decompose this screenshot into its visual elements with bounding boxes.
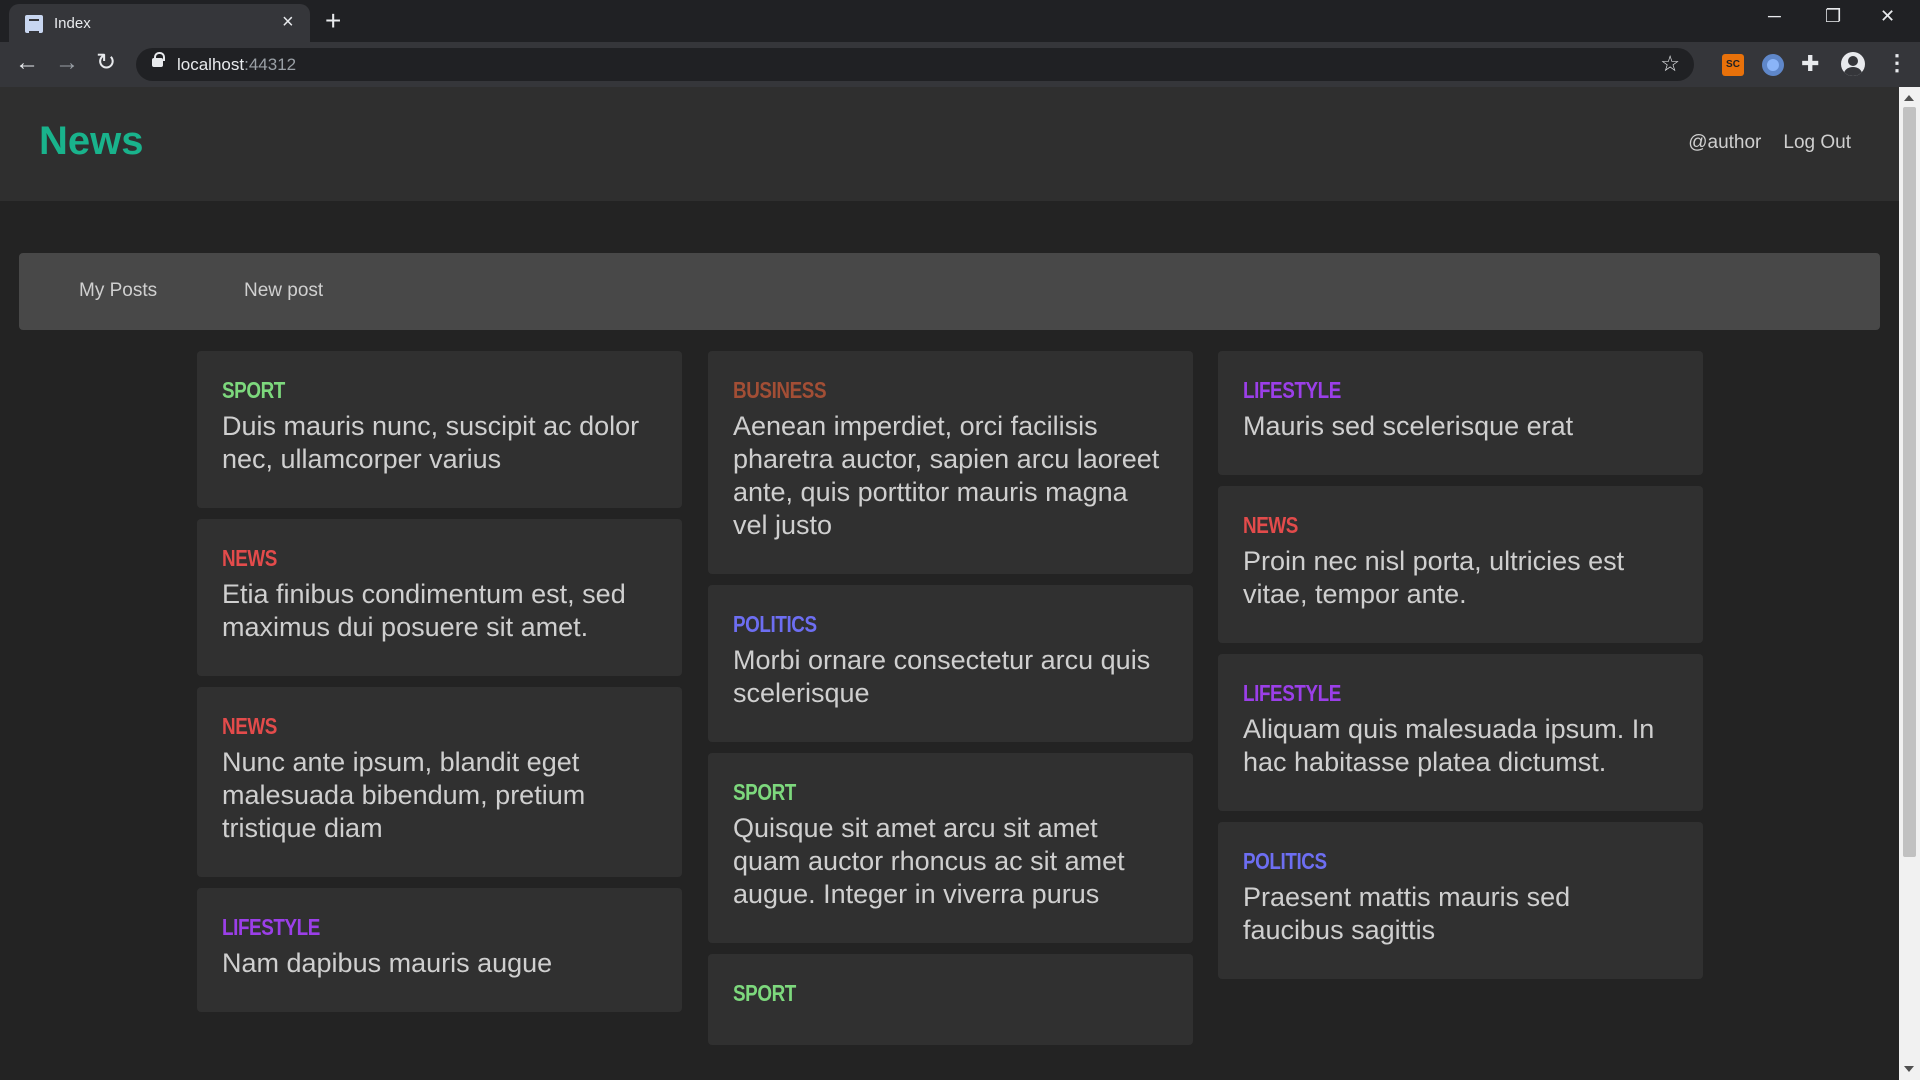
close-window-icon[interactable]: ✕: [1880, 6, 1895, 27]
post-category-tag: LIFESTYLE: [1243, 377, 1341, 403]
post-category-tag: SPORT: [733, 779, 796, 805]
post-title[interactable]: Mauris sed scelerisque erat: [1243, 410, 1678, 443]
posts-subnav: My Posts New post: [19, 253, 1880, 330]
post-title[interactable]: Aenean imperdiet, orci facilisis pharetr…: [733, 410, 1168, 542]
browser-toolbar: ← → ↻ localhost:44312 ☆ SC ✚ ⋮: [0, 42, 1920, 87]
post-category-tag: LIFESTYLE: [222, 914, 320, 940]
extensions-puzzle-icon[interactable]: ✚: [1801, 51, 1819, 77]
post-card[interactable]: SPORT Quisque sit amet arcu sit amet quam…: [708, 753, 1193, 943]
back-icon[interactable]: ←: [15, 50, 39, 76]
post-title[interactable]: Praesent mattis mauris sed faucibus sagi…: [1243, 881, 1678, 947]
post-title[interactable]: Nam dapibus mauris augue: [222, 947, 657, 980]
browser-menu-icon[interactable]: ⋮: [1886, 50, 1908, 76]
post-title[interactable]: Duis mauris nunc, suscipit ac dolor nec,…: [222, 410, 657, 476]
post-title[interactable]: Quisque sit amet arcu sit amet quam auct…: [733, 812, 1168, 911]
post-category-tag: NEWS: [1243, 512, 1298, 538]
page-scrollbar[interactable]: [1899, 87, 1920, 1080]
post-category-tag: NEWS: [222, 545, 277, 571]
page-favicon-icon: [25, 15, 43, 33]
site-header: News @author Log Out: [0, 87, 1899, 201]
post-card[interactable]: NEWS Nunc ante ipsum, blandit eget malesu…: [197, 687, 682, 877]
post-card[interactable]: LIFESTYLE Mauris sed scelerisque erat: [1218, 351, 1703, 475]
brand-logo[interactable]: News: [39, 119, 144, 164]
minimize-window-icon[interactable]: ─: [1768, 6, 1781, 27]
post-title[interactable]: Aliquam quis malesuada ipsum. In hac hab…: [1243, 713, 1678, 779]
post-category-tag: POLITICS: [733, 611, 817, 637]
bookmark-star-icon[interactable]: ☆: [1660, 51, 1680, 77]
author-profile-link[interactable]: @author: [1688, 132, 1761, 154]
scrollbar-thumb[interactable]: [1903, 107, 1916, 857]
tab-title: Index: [54, 15, 91, 32]
extension-circle-icon[interactable]: [1762, 54, 1784, 76]
post-card[interactable]: NEWS Proin nec nisl porta, ultricies est …: [1218, 486, 1703, 643]
post-card[interactable]: NEWS Etia finibus condimentum est, sed ma…: [197, 519, 682, 676]
post-category-tag: BUSINESS: [733, 377, 827, 403]
post-card[interactable]: BUSINESS Aenean imperdiet, orci facilisis…: [708, 351, 1193, 574]
post-category-tag: NEWS: [222, 713, 277, 739]
post-title[interactable]: Etia finibus condimentum est, sed maximu…: [222, 578, 657, 644]
post-card[interactable]: SPORT: [708, 954, 1193, 1045]
posts-column-3: LIFESTYLE Mauris sed scelerisque erat NEWS…: [1218, 351, 1703, 990]
post-card[interactable]: POLITICS Praesent mattis mauris sed fauci…: [1218, 822, 1703, 979]
restore-window-icon[interactable]: ❐: [1825, 6, 1841, 27]
scroll-down-arrow-icon[interactable]: [1904, 1066, 1914, 1072]
my-posts-link[interactable]: My Posts: [79, 280, 157, 302]
post-category-tag: SPORT: [733, 980, 796, 1006]
url-host: localhost: [177, 55, 245, 74]
new-tab-icon[interactable]: +: [325, 7, 341, 35]
posts-column-2: BUSINESS Aenean imperdiet, orci facilisis…: [708, 351, 1193, 1056]
post-category-tag: LIFESTYLE: [1243, 680, 1341, 706]
logout-link[interactable]: Log Out: [1783, 132, 1851, 154]
url-port: :44312: [244, 55, 297, 74]
post-title[interactable]: Proin nec nisl porta, ultricies est vita…: [1243, 545, 1678, 611]
reload-icon[interactable]: ↻: [96, 50, 116, 76]
close-tab-icon[interactable]: ×: [282, 12, 294, 32]
new-post-link[interactable]: New post: [244, 280, 323, 302]
address-bar[interactable]: localhost:44312 ☆: [136, 48, 1694, 81]
post-category-tag: POLITICS: [1243, 848, 1327, 874]
url-text[interactable]: localhost:44312: [177, 55, 296, 75]
post-title[interactable]: Morbi ornare consectetur arcu quis scele…: [733, 644, 1168, 710]
browser-tab[interactable]: Index ×: [9, 4, 310, 42]
lock-icon[interactable]: [152, 52, 165, 67]
forward-icon[interactable]: →: [55, 50, 79, 76]
scroll-up-arrow-icon[interactable]: [1904, 95, 1914, 101]
post-card[interactable]: LIFESTYLE Aliquam quis malesuada ipsum. I…: [1218, 654, 1703, 811]
page-viewport: News @author Log Out My Posts New post S…: [0, 87, 1899, 1080]
post-card[interactable]: POLITICS Morbi ornare consectetur arcu qu…: [708, 585, 1193, 742]
extension-sc-icon[interactable]: SC: [1722, 54, 1744, 76]
browser-tabstrip: Index × + ─ ❐ ✕: [0, 0, 1920, 42]
posts-column-1: SPORT Duis mauris nunc, suscipit ac dolor…: [197, 351, 682, 1023]
post-card[interactable]: SPORT Duis mauris nunc, suscipit ac dolor…: [197, 351, 682, 508]
post-category-tag: SPORT: [222, 377, 285, 403]
post-title[interactable]: Nunc ante ipsum, blandit eget malesuada …: [222, 746, 657, 845]
profile-avatar-icon[interactable]: [1841, 52, 1865, 76]
post-card[interactable]: LIFESTYLE Nam dapibus mauris augue: [197, 888, 682, 1012]
